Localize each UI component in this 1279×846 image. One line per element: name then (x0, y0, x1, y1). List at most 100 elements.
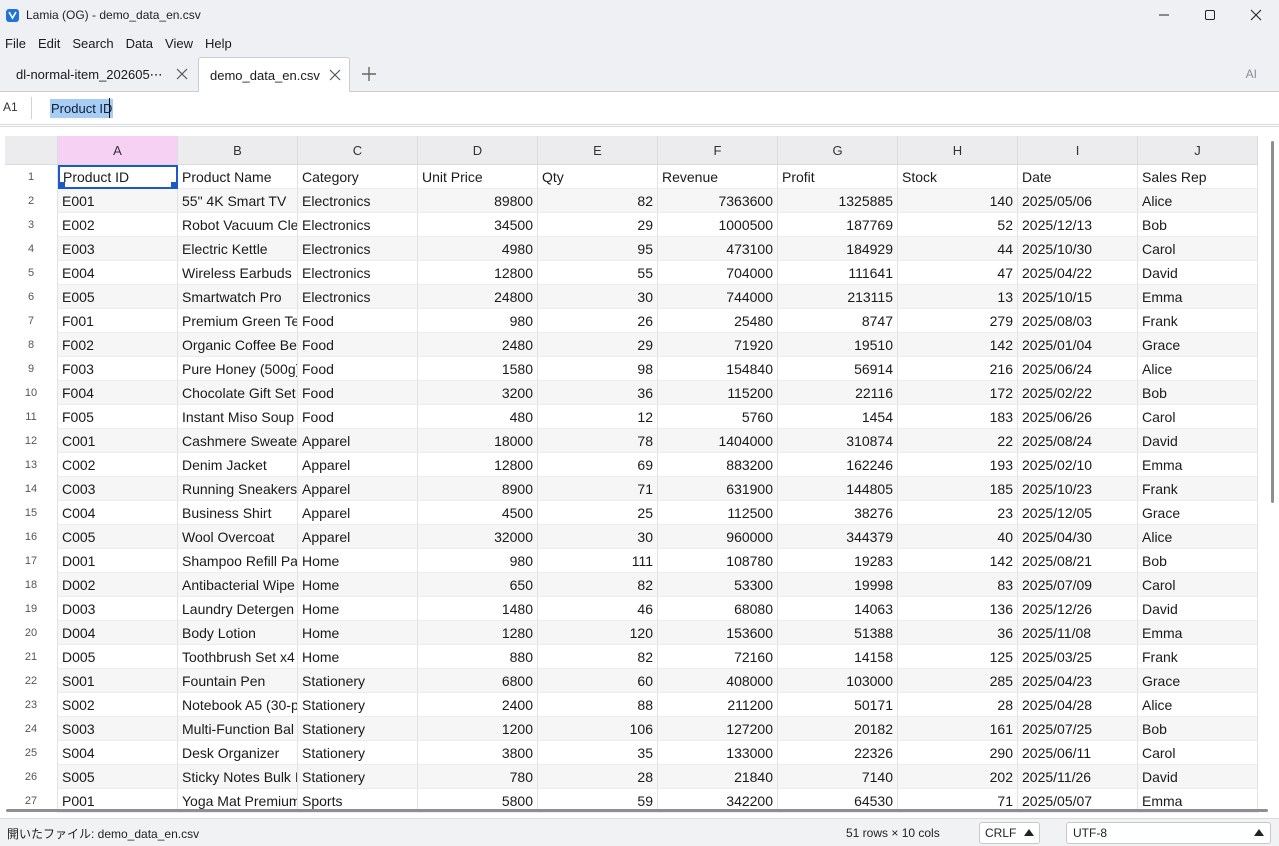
table-cell[interactable]: 111 (538, 549, 658, 573)
table-cell[interactable]: Apparel (298, 525, 418, 549)
row-header[interactable]: 4 (5, 237, 58, 261)
menu-edit[interactable]: Edit (38, 30, 60, 57)
table-cell[interactable]: S002 (58, 693, 178, 717)
table-cell[interactable]: 8747 (778, 309, 898, 333)
table-cell[interactable]: 1000500 (658, 213, 778, 237)
table-cell[interactable]: 2025/04/22 (1018, 261, 1138, 285)
table-cell[interactable]: 880 (418, 645, 538, 669)
table-cell[interactable]: 144805 (778, 477, 898, 501)
table-cell[interactable]: E002 (58, 213, 178, 237)
table-cell[interactable]: Smartwatch Pro (178, 285, 298, 309)
table-cell[interactable]: 2025/03/25 (1018, 645, 1138, 669)
table-cell[interactable]: 56914 (778, 357, 898, 381)
column-header-d[interactable]: D (418, 136, 538, 165)
table-cell[interactable]: 108780 (658, 549, 778, 573)
table-cell[interactable]: 2025/07/25 (1018, 717, 1138, 741)
table-cell[interactable]: 2025/04/23 (1018, 669, 1138, 693)
table-cell[interactable]: 32000 (418, 525, 538, 549)
table-cell[interactable]: Business Shirt (178, 501, 298, 525)
row-header[interactable]: 20 (5, 621, 58, 645)
table-cell[interactable]: 89800 (418, 189, 538, 213)
table-cell[interactable]: 25480 (658, 309, 778, 333)
table-cell[interactable]: 52 (898, 213, 1018, 237)
table-cell[interactable]: 26 (538, 309, 658, 333)
table-cell[interactable]: 13 (898, 285, 1018, 309)
table-cell[interactable]: 88 (538, 693, 658, 717)
table-cell[interactable]: 22116 (778, 381, 898, 405)
table-cell[interactable]: 36 (538, 381, 658, 405)
row-header[interactable]: 12 (5, 429, 58, 453)
new-tab-plus-icon[interactable] (361, 66, 377, 82)
table-cell[interactable]: Running Sneakers (178, 477, 298, 501)
table-cell[interactable]: 72160 (658, 645, 778, 669)
table-cell[interactable]: 21840 (658, 765, 778, 789)
table-cell[interactable]: Grace (1138, 669, 1258, 693)
table-cell[interactable]: Stationery (298, 717, 418, 741)
column-header-b[interactable]: B (178, 136, 298, 165)
maximize-button[interactable] (1187, 0, 1233, 30)
table-cell[interactable]: Stationery (298, 741, 418, 765)
table-cell[interactable]: Electric Kettle (178, 237, 298, 261)
table-cell[interactable]: Home (298, 597, 418, 621)
table-cell[interactable]: 29 (538, 213, 658, 237)
table-cell[interactable]: 2025/12/05 (1018, 501, 1138, 525)
table-cell[interactable]: 2025/12/13 (1018, 213, 1138, 237)
table-cell[interactable]: Frank (1138, 309, 1258, 333)
table-cell[interactable]: 1454 (778, 405, 898, 429)
table-cell[interactable]: E004 (58, 261, 178, 285)
table-cell[interactable]: F004 (58, 381, 178, 405)
table-cell[interactable]: Food (298, 333, 418, 357)
table-cell[interactable]: Wool Overcoat (178, 525, 298, 549)
table-cell[interactable]: Instant Miso Soup (178, 405, 298, 429)
table-cell[interactable]: Carol (1138, 237, 1258, 261)
table-cell[interactable]: 8900 (418, 477, 538, 501)
table-cell[interactable]: Frank (1138, 645, 1258, 669)
table-cell[interactable]: S001 (58, 669, 178, 693)
table-cell[interactable]: 2025/08/21 (1018, 549, 1138, 573)
table-cell[interactable]: Emma (1138, 621, 1258, 645)
select-all-corner[interactable] (5, 136, 58, 165)
column-header-e[interactable]: E (538, 136, 658, 165)
row-header[interactable]: 8 (5, 333, 58, 357)
table-cell[interactable]: Apparel (298, 501, 418, 525)
table-cell[interactable]: Carol (1138, 573, 1258, 597)
menu-file[interactable]: File (5, 30, 26, 57)
table-cell[interactable]: 98 (538, 357, 658, 381)
row-header[interactable]: 11 (5, 405, 58, 429)
table-cell[interactable]: 140 (898, 189, 1018, 213)
table-cell[interactable]: 28 (538, 765, 658, 789)
table-cell[interactable]: 18000 (418, 429, 538, 453)
table-cell[interactable]: 82 (538, 645, 658, 669)
table-cell[interactable]: Fountain Pen (178, 669, 298, 693)
table-cell[interactable]: E005 (58, 285, 178, 309)
table-cell[interactable]: 211200 (658, 693, 778, 717)
table-cell[interactable]: David (1138, 765, 1258, 789)
table-cell[interactable]: 12800 (418, 453, 538, 477)
table-cell[interactable]: 5760 (658, 405, 778, 429)
table-cell[interactable]: 1580 (418, 357, 538, 381)
table-cell[interactable]: S003 (58, 717, 178, 741)
table-cell[interactable]: F005 (58, 405, 178, 429)
table-cell[interactable]: Electronics (298, 237, 418, 261)
table-cell[interactable]: 2025/06/26 (1018, 405, 1138, 429)
table-cell[interactable]: Toothbrush Set x4 (178, 645, 298, 669)
table-cell[interactable]: 216 (898, 357, 1018, 381)
table-cell[interactable]: Food (298, 381, 418, 405)
table-cell[interactable]: C002 (58, 453, 178, 477)
table-cell[interactable]: 6800 (418, 669, 538, 693)
table-cell[interactable]: 704000 (658, 261, 778, 285)
row-header[interactable]: 9 (5, 357, 58, 381)
table-cell[interactable]: 46 (538, 597, 658, 621)
table-cell[interactable]: Product Name (178, 165, 298, 189)
table-cell[interactable]: C004 (58, 501, 178, 525)
table-cell[interactable]: 631900 (658, 477, 778, 501)
table-cell[interactable]: 30 (538, 285, 658, 309)
table-cell[interactable]: 187769 (778, 213, 898, 237)
table-cell[interactable]: Unit Price (418, 165, 538, 189)
table-cell[interactable]: 51388 (778, 621, 898, 645)
table-cell[interactable]: 960000 (658, 525, 778, 549)
table-cell[interactable]: S005 (58, 765, 178, 789)
column-header-c[interactable]: C (298, 136, 418, 165)
table-cell[interactable]: David (1138, 261, 1258, 285)
table-cell[interactable]: 55" 4K Smart TV (178, 189, 298, 213)
